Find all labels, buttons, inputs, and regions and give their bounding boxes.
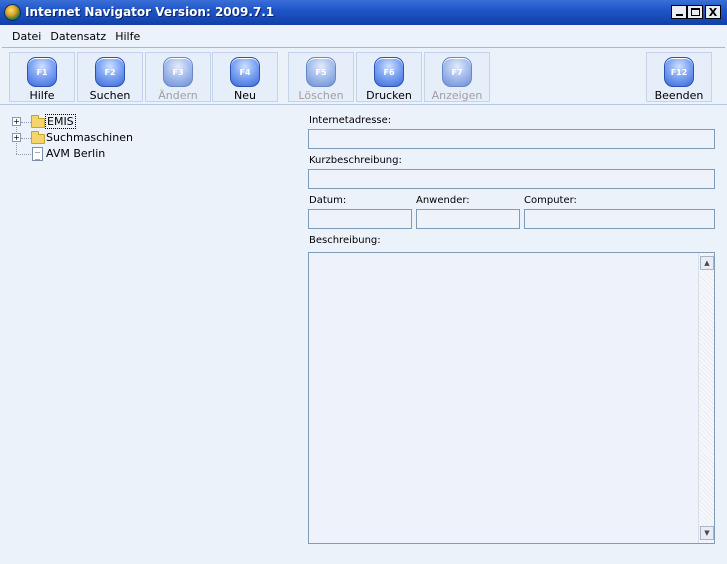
folder-icon bbox=[31, 115, 45, 128]
f2-key-icon: F2 bbox=[95, 57, 125, 87]
datum-field[interactable] bbox=[308, 209, 412, 229]
minimize-button[interactable] bbox=[671, 5, 687, 19]
search-button-label: Suchen bbox=[89, 89, 131, 102]
tree-item-suchmaschinen[interactable]: + Suchmaschinen bbox=[6, 130, 146, 146]
exit-button[interactable]: F12 Beenden bbox=[646, 52, 712, 102]
beschreibung-textarea[interactable]: ▲ ▼ bbox=[308, 252, 715, 544]
folder-icon bbox=[31, 131, 45, 144]
help-button[interactable]: F1 Hilfe bbox=[9, 52, 75, 102]
internetadresse-field[interactable] bbox=[308, 129, 715, 149]
window-title: Internet Navigator Version: 2009.7.1 bbox=[25, 5, 275, 19]
new-button-label: Neu bbox=[234, 89, 256, 102]
internetadresse-label: Internetadresse: bbox=[309, 115, 392, 126]
view-button[interactable]: F7 Anzeigen bbox=[424, 52, 490, 102]
f6-key-icon: F6 bbox=[374, 57, 404, 87]
computer-label: Computer: bbox=[524, 195, 577, 206]
tree-item-emis[interactable]: + EMIS bbox=[6, 114, 126, 130]
view-button-label: Anzeigen bbox=[431, 89, 483, 102]
menu-separator bbox=[2, 47, 725, 48]
toolbar: F1 Hilfe F2 Suchen F3 Ändern F4 Neu F5 L… bbox=[0, 49, 727, 105]
vertical-scrollbar[interactable]: ▲ ▼ bbox=[698, 253, 714, 543]
delete-button-label: Löschen bbox=[298, 89, 344, 102]
kurzbeschreibung-field[interactable] bbox=[308, 169, 715, 189]
tree-connector-line bbox=[21, 138, 31, 139]
close-button[interactable]: X bbox=[705, 5, 721, 19]
kurzbeschreibung-label: Kurzbeschreibung: bbox=[309, 155, 402, 166]
edit-button-label: Ändern bbox=[158, 89, 198, 102]
toolbar-separator bbox=[0, 104, 727, 105]
menu-datei[interactable]: Datei bbox=[8, 30, 46, 43]
tree-connector-line bbox=[16, 154, 31, 155]
tree-item-label[interactable]: EMIS bbox=[45, 114, 76, 129]
tree-connector-line bbox=[21, 122, 31, 123]
help-button-label: Hilfe bbox=[29, 89, 55, 102]
exit-button-label: Beenden bbox=[654, 89, 704, 102]
document-icon bbox=[32, 147, 43, 161]
beschreibung-label: Beschreibung: bbox=[309, 235, 381, 246]
tree-item-label[interactable]: AVM Berlin bbox=[46, 147, 105, 160]
menu-datensatz[interactable]: Datensatz bbox=[46, 30, 111, 43]
anwender-label: Anwender: bbox=[416, 195, 470, 206]
minimize-icon bbox=[675, 14, 683, 16]
maximize-icon bbox=[690, 8, 700, 16]
title-bar[interactable]: Internet Navigator Version: 2009.7.1 X bbox=[0, 0, 727, 25]
f12-key-icon: F12 bbox=[664, 57, 694, 87]
f3-key-icon: F3 bbox=[163, 57, 193, 87]
f7-key-icon: F7 bbox=[442, 57, 472, 87]
tree-item-avm-berlin[interactable]: AVM Berlin bbox=[6, 146, 126, 162]
delete-button[interactable]: F5 Löschen bbox=[288, 52, 354, 102]
expand-icon[interactable]: + bbox=[12, 117, 21, 126]
menu-bar: Datei Datensatz Hilfe bbox=[0, 25, 727, 47]
print-button[interactable]: F6 Drucken bbox=[356, 52, 422, 102]
scroll-up-icon[interactable]: ▲ bbox=[700, 256, 714, 270]
close-icon: X bbox=[708, 5, 718, 19]
f4-key-icon: F4 bbox=[230, 57, 260, 87]
edit-button[interactable]: F3 Ändern bbox=[145, 52, 211, 102]
f1-key-icon: F1 bbox=[27, 57, 57, 87]
menu-hilfe[interactable]: Hilfe bbox=[111, 30, 145, 43]
computer-field[interactable] bbox=[524, 209, 715, 229]
tree-view[interactable]: + EMIS + Suchmaschinen AVM Berlin bbox=[6, 112, 296, 552]
expand-icon[interactable]: + bbox=[12, 133, 21, 142]
anwender-field[interactable] bbox=[416, 209, 520, 229]
f5-key-icon: F5 bbox=[306, 57, 336, 87]
maximize-button[interactable] bbox=[687, 5, 703, 19]
app-globe-icon[interactable] bbox=[4, 4, 21, 21]
new-button[interactable]: F4 Neu bbox=[212, 52, 278, 102]
search-button[interactable]: F2 Suchen bbox=[77, 52, 143, 102]
datum-label: Datum: bbox=[309, 195, 347, 206]
print-button-label: Drucken bbox=[366, 89, 412, 102]
tree-item-label[interactable]: Suchmaschinen bbox=[46, 131, 133, 144]
scroll-down-icon[interactable]: ▼ bbox=[700, 526, 714, 540]
